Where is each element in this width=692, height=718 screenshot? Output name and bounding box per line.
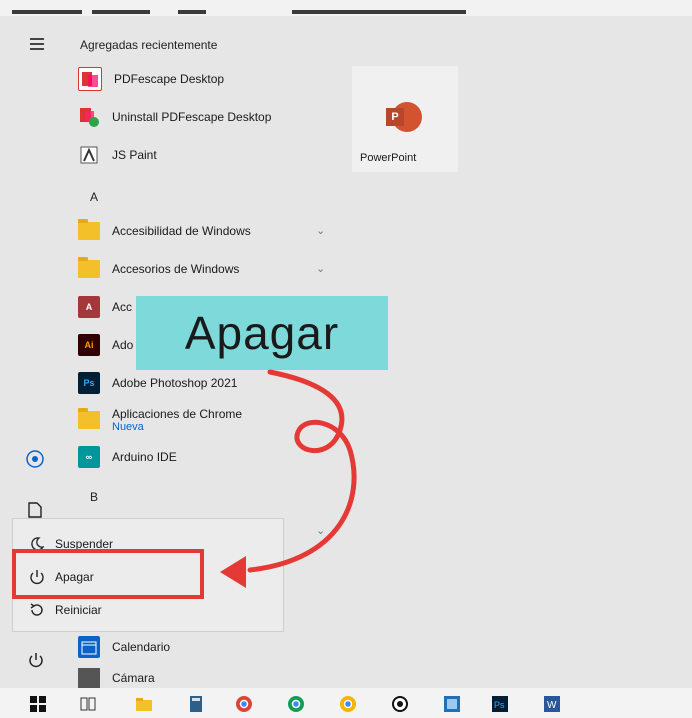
letter-header-a[interactable]: A bbox=[90, 190, 98, 204]
power-option-reiniciar[interactable]: Reiniciar bbox=[29, 602, 102, 618]
power-icon[interactable] bbox=[28, 652, 44, 673]
new-badge: Nueva bbox=[112, 421, 144, 433]
top-bar-segment bbox=[92, 10, 150, 14]
camera-icon bbox=[78, 668, 100, 688]
calendar-icon bbox=[78, 636, 100, 658]
app-label: Accesorios de Windows bbox=[112, 262, 240, 276]
windows-start-icon[interactable] bbox=[30, 696, 46, 712]
powerpoint-tile[interactable]: P PowerPoint bbox=[352, 66, 458, 172]
app-taskbar-icon[interactable] bbox=[444, 696, 460, 712]
app-label: Cámara bbox=[112, 671, 155, 685]
app-label: JS Paint bbox=[112, 148, 157, 162]
app-label: Accesibilidad de Windows bbox=[112, 224, 251, 238]
chevron-down-icon[interactable]: ⌄ bbox=[316, 224, 325, 237]
taskbar: Ps W bbox=[0, 688, 692, 718]
app-pdfescape-desktop[interactable]: PDFescape Desktop bbox=[78, 64, 338, 94]
app-calendario[interactable]: Calendario bbox=[78, 632, 338, 662]
app-accesorios-windows[interactable]: Accesorios de Windows bbox=[78, 254, 338, 284]
app-aplicaciones-chrome[interactable]: Aplicaciones de Chrome Nueva bbox=[78, 402, 338, 438]
app-camara[interactable]: Cámara bbox=[78, 668, 338, 688]
top-bar-segment bbox=[12, 10, 82, 14]
chrome-icon[interactable] bbox=[288, 696, 304, 712]
app-label: Uninstall PDFescape Desktop bbox=[112, 110, 272, 124]
app-label: Ado bbox=[112, 338, 134, 352]
apagar-callout: Apagar bbox=[136, 296, 388, 370]
folder-icon bbox=[78, 257, 100, 280]
app-label: Aplicaciones de Chrome bbox=[112, 407, 243, 421]
app-arduino-ide[interactable]: ∞ Arduino IDE bbox=[78, 442, 338, 472]
powerpoint-icon: P bbox=[386, 102, 422, 132]
adobe-illustrator-icon: Ai bbox=[78, 334, 100, 356]
recently-added-header: Agregadas recientemente bbox=[80, 38, 218, 52]
pdfescape-icon bbox=[78, 67, 102, 91]
app-label: Calendario bbox=[112, 640, 171, 654]
app-label: PDFescape Desktop bbox=[114, 72, 225, 86]
app-accesibilidad-windows[interactable]: Accesibilidad de Windows bbox=[78, 216, 338, 246]
chevron-down-icon[interactable]: ⌄ bbox=[316, 262, 325, 275]
top-bar bbox=[0, 0, 692, 16]
chrome-icon[interactable] bbox=[236, 696, 252, 712]
apagar-highlight-box bbox=[12, 549, 204, 599]
photoshop-taskbar-icon[interactable]: Ps bbox=[492, 696, 508, 712]
arduino-icon: ∞ bbox=[78, 446, 100, 468]
access-icon: A bbox=[78, 296, 100, 318]
app-label: Adobe Photoshop 2021 bbox=[112, 376, 238, 390]
hamburger-menu-icon[interactable] bbox=[30, 38, 44, 53]
restart-icon bbox=[29, 602, 45, 618]
file-explorer-icon[interactable] bbox=[136, 696, 152, 712]
letter-header-b[interactable]: B bbox=[90, 490, 98, 504]
folder-icon bbox=[78, 219, 100, 242]
svg-text:W: W bbox=[547, 700, 557, 711]
top-bar-segment bbox=[292, 10, 466, 14]
task-view-icon[interactable] bbox=[80, 696, 96, 712]
pdfescape-uninstall-icon bbox=[78, 106, 100, 128]
user-avatar-icon[interactable] bbox=[26, 450, 44, 473]
app-uninstall-pdfescape[interactable]: Uninstall PDFescape Desktop bbox=[78, 102, 338, 132]
calculator-icon[interactable] bbox=[188, 696, 204, 712]
callout-text: Apagar bbox=[184, 307, 340, 359]
power-option-label: Reiniciar bbox=[55, 603, 102, 617]
photoshop-icon: Ps bbox=[78, 372, 100, 394]
app-label: Acc bbox=[112, 300, 133, 314]
chevron-down-icon[interactable]: ⌄ bbox=[316, 524, 325, 537]
app-js-paint[interactable]: JS Paint bbox=[78, 140, 338, 170]
top-bar-segment bbox=[178, 10, 206, 14]
tile-label: PowerPoint bbox=[360, 152, 417, 164]
jspaint-icon bbox=[78, 144, 100, 166]
chrome-icon[interactable] bbox=[340, 696, 356, 712]
folder-icon bbox=[78, 408, 100, 431]
eye-app-icon[interactable] bbox=[392, 696, 408, 712]
app-label: Arduino IDE bbox=[112, 450, 177, 464]
svg-text:Ps: Ps bbox=[494, 700, 505, 710]
app-adobe-photoshop[interactable]: Ps Adobe Photoshop 2021 bbox=[78, 368, 338, 398]
word-icon[interactable]: W bbox=[544, 696, 560, 712]
